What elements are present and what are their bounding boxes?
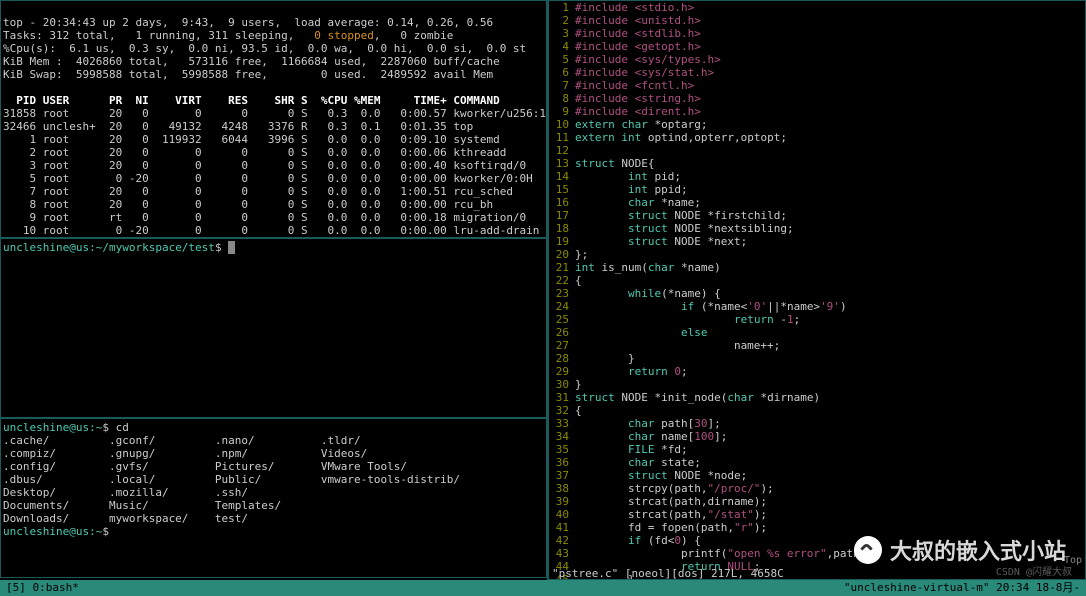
- line-number: 19: [549, 235, 575, 248]
- line-number: 35: [549, 443, 575, 456]
- line-number: 21: [549, 261, 575, 274]
- line-number: 16: [549, 196, 575, 209]
- line-number: 17: [549, 209, 575, 222]
- top-hdr-line1: top - 20:34:43 up 2 days, 9:43, 9 users,…: [3, 16, 493, 29]
- shell-pane-bottom[interactable]: uncleshine@us:~$ cd .cache/ .gconf/ .nan…: [0, 418, 547, 578]
- code-line[interactable]: 39 strcat(path,dirname);: [549, 495, 1085, 508]
- line-number: 11: [549, 131, 575, 144]
- line-number: 43: [549, 547, 575, 560]
- line-number: 29: [549, 365, 575, 378]
- tmux-window-list[interactable]: [5] 0:bash*: [6, 580, 79, 596]
- line-number: 27: [549, 339, 575, 352]
- line-number: 28: [549, 352, 575, 365]
- code-line[interactable]: 9#include <dirent.h>: [549, 105, 1085, 118]
- code-line[interactable]: 10extern char *optarg;: [549, 118, 1085, 131]
- code-line[interactable]: 2#include <unistd.h>: [549, 14, 1085, 27]
- line-number: 39: [549, 495, 575, 508]
- tmux-status-bar[interactable]: [5] 0:bash* "uncleshine-virtual-m" 20:34…: [0, 580, 1086, 596]
- code-line[interactable]: 18 struct NODE *nextsibling;: [549, 222, 1085, 235]
- top-output-pane: top - 20:34:43 up 2 days, 9:43, 9 users,…: [0, 0, 547, 238]
- line-number: 18: [549, 222, 575, 235]
- line-number: 5: [549, 53, 575, 66]
- code-line[interactable]: 5#include <sys/types.h>: [549, 53, 1085, 66]
- line-number: 1: [549, 1, 575, 14]
- tmux-host-clock: "uncleshine-virtual-m" 20:34 18-8月-: [844, 580, 1080, 596]
- top-process-rows: 31858 root 20 0 0 0 0 S 0.3 0.0 0:00.57 …: [3, 107, 546, 238]
- line-number: 9: [549, 105, 575, 118]
- code-line[interactable]: 38 strcpy(path,"/proc/");: [549, 482, 1085, 495]
- code-line[interactable]: 7#include <fcntl.h>: [549, 79, 1085, 92]
- line-number: 24: [549, 300, 575, 313]
- line-number: 40: [549, 508, 575, 521]
- line-number: 2: [549, 14, 575, 27]
- line-number: 23: [549, 287, 575, 300]
- code-line[interactable]: 30}: [549, 378, 1085, 391]
- line-number: 12: [549, 144, 575, 157]
- line-number: 32: [549, 404, 575, 417]
- line-number: 4: [549, 40, 575, 53]
- code-line[interactable]: 3#include <stdlib.h>: [549, 27, 1085, 40]
- code-line[interactable]: 14 int pid;: [549, 170, 1085, 183]
- code-line[interactable]: 37 struct NODE *node;: [549, 469, 1085, 482]
- code-line[interactable]: 15 int ppid;: [549, 183, 1085, 196]
- top-table-header: PID USER PR NI VIRT RES SHR S %CPU %MEM …: [3, 94, 500, 107]
- code-line[interactable]: 16 char *name;: [549, 196, 1085, 209]
- code-line[interactable]: 40 strcat(path,"/stat");: [549, 508, 1085, 521]
- line-number: 36: [549, 456, 575, 469]
- csdn-watermark: CSDN @闪耀大叔: [996, 563, 1072, 578]
- line-number: 13: [549, 157, 575, 170]
- code-line[interactable]: 19 struct NODE *next;: [549, 235, 1085, 248]
- code-line[interactable]: 28 }: [549, 352, 1085, 365]
- line-number: 10: [549, 118, 575, 131]
- code-line[interactable]: 21int is_num(char *name): [549, 261, 1085, 274]
- line-number: 26: [549, 326, 575, 339]
- code-line[interactable]: 34 char name[100];: [549, 430, 1085, 443]
- code-line[interactable]: 43 printf("open %s error",path);: [549, 547, 1085, 560]
- code-line[interactable]: 23 while(*name) {: [549, 287, 1085, 300]
- code-line[interactable]: 22{: [549, 274, 1085, 287]
- code-line[interactable]: 31struct NODE *init_node(char *dirname): [549, 391, 1085, 404]
- line-number: 20: [549, 248, 575, 261]
- code-line[interactable]: 32{: [549, 404, 1085, 417]
- code-line[interactable]: 35 FILE *fd;: [549, 443, 1085, 456]
- ls-directory-grid: .cache/ .gconf/ .nano/ .tldr/ .compiz/ .…: [3, 434, 544, 525]
- code-line[interactable]: 25 return -1;: [549, 313, 1085, 326]
- cursor-icon: [228, 241, 235, 254]
- line-number: 34: [549, 430, 575, 443]
- line-number: 42: [549, 534, 575, 547]
- vim-editor-pane[interactable]: 1#include <stdio.h>2#include <unistd.h>3…: [548, 0, 1086, 580]
- code-line[interactable]: 11extern int optind,opterr,optopt;: [549, 131, 1085, 144]
- line-number: 31: [549, 391, 575, 404]
- code-line[interactable]: 8#include <string.h>: [549, 92, 1085, 105]
- line-number: 6: [549, 66, 575, 79]
- code-line[interactable]: 17 struct NODE *firstchild;: [549, 209, 1085, 222]
- code-line[interactable]: 27 name++;: [549, 339, 1085, 352]
- code-line[interactable]: 26 else: [549, 326, 1085, 339]
- line-number: 15: [549, 183, 575, 196]
- code-line[interactable]: 24 if (*name<'0'||*name>'9'): [549, 300, 1085, 313]
- line-number: 25: [549, 313, 575, 326]
- code-line[interactable]: 42 if (fd<0) {: [549, 534, 1085, 547]
- line-number: 33: [549, 417, 575, 430]
- line-number: 30: [549, 378, 575, 391]
- line-number: 3: [549, 27, 575, 40]
- code-line[interactable]: 36 char state;: [549, 456, 1085, 469]
- code-line[interactable]: 20};: [549, 248, 1085, 261]
- code-line[interactable]: 41 fd = fopen(path,"r");: [549, 521, 1085, 534]
- line-number: 14: [549, 170, 575, 183]
- code-line[interactable]: 4#include <getopt.h>: [549, 40, 1085, 53]
- line-number: 38: [549, 482, 575, 495]
- line-number: 22: [549, 274, 575, 287]
- line-number: 8: [549, 92, 575, 105]
- code-line[interactable]: 12: [549, 144, 1085, 157]
- line-number: 41: [549, 521, 575, 534]
- shell-pane-mid[interactable]: uncleshine@us:~/myworkspace/test$: [0, 238, 547, 418]
- code-line[interactable]: 1#include <stdio.h>: [549, 1, 1085, 14]
- code-line[interactable]: 29 return 0;: [549, 365, 1085, 378]
- code-line[interactable]: 13struct NODE{: [549, 157, 1085, 170]
- line-number: 37: [549, 469, 575, 482]
- code-line[interactable]: 33 char path[30];: [549, 417, 1085, 430]
- code-line[interactable]: 6#include <sys/stat.h>: [549, 66, 1085, 79]
- line-number: 7: [549, 79, 575, 92]
